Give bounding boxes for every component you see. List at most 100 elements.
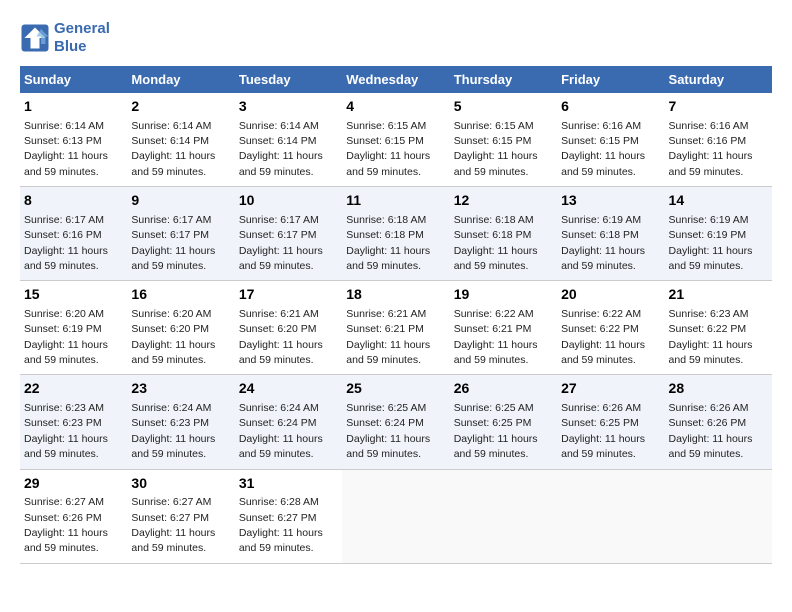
day-number: 17 [239,285,338,305]
calendar-cell: 31 Sunrise: 6:28 AMSunset: 6:27 PMDaylig… [235,469,342,563]
calendar-cell [557,469,664,563]
calendar-cell: 1 Sunrise: 6:14 AMSunset: 6:13 PMDayligh… [20,93,127,187]
cell-info: Sunrise: 6:27 AMSunset: 6:26 PMDaylight:… [24,496,108,554]
day-number: 31 [239,474,338,494]
calendar-cell: 3 Sunrise: 6:14 AMSunset: 6:14 PMDayligh… [235,93,342,187]
cell-info: Sunrise: 6:28 AMSunset: 6:27 PMDaylight:… [239,496,323,554]
calendar-cell [665,469,772,563]
cell-info: Sunrise: 6:14 AMSunset: 6:13 PMDaylight:… [24,120,108,178]
day-number: 18 [346,285,445,305]
calendar-cell: 23 Sunrise: 6:24 AMSunset: 6:23 PMDaylig… [127,375,234,469]
day-number: 14 [669,191,768,211]
logo: General Blue [20,20,110,56]
calendar-week-2: 8 Sunrise: 6:17 AMSunset: 6:16 PMDayligh… [20,187,772,281]
day-number: 7 [669,97,768,117]
day-number: 8 [24,191,123,211]
cell-info: Sunrise: 6:19 AMSunset: 6:19 PMDaylight:… [669,214,753,272]
cell-info: Sunrise: 6:22 AMSunset: 6:22 PMDaylight:… [561,308,645,366]
calendar-cell: 2 Sunrise: 6:14 AMSunset: 6:14 PMDayligh… [127,93,234,187]
calendar-cell: 20 Sunrise: 6:22 AMSunset: 6:22 PMDaylig… [557,281,664,375]
day-number: 13 [561,191,660,211]
cell-info: Sunrise: 6:14 AMSunset: 6:14 PMDaylight:… [239,120,323,178]
day-number: 5 [454,97,553,117]
cell-info: Sunrise: 6:24 AMSunset: 6:23 PMDaylight:… [131,402,215,460]
day-number: 24 [239,379,338,399]
day-number: 9 [131,191,230,211]
cell-info: Sunrise: 6:15 AMSunset: 6:15 PMDaylight:… [346,120,430,178]
day-number: 30 [131,474,230,494]
day-number: 27 [561,379,660,399]
calendar-cell: 10 Sunrise: 6:17 AMSunset: 6:17 PMDaylig… [235,187,342,281]
cell-info: Sunrise: 6:20 AMSunset: 6:20 PMDaylight:… [131,308,215,366]
calendar-cell: 13 Sunrise: 6:19 AMSunset: 6:18 PMDaylig… [557,187,664,281]
day-number: 2 [131,97,230,117]
day-number: 20 [561,285,660,305]
calendar-cell: 19 Sunrise: 6:22 AMSunset: 6:21 PMDaylig… [450,281,557,375]
day-number: 10 [239,191,338,211]
cell-info: Sunrise: 6:24 AMSunset: 6:24 PMDaylight:… [239,402,323,460]
calendar-cell: 11 Sunrise: 6:18 AMSunset: 6:18 PMDaylig… [342,187,449,281]
cell-info: Sunrise: 6:17 AMSunset: 6:16 PMDaylight:… [24,214,108,272]
header-row: SundayMondayTuesdayWednesdayThursdayFrid… [20,66,772,93]
cell-info: Sunrise: 6:18 AMSunset: 6:18 PMDaylight:… [454,214,538,272]
cell-info: Sunrise: 6:19 AMSunset: 6:18 PMDaylight:… [561,214,645,272]
calendar-cell: 8 Sunrise: 6:17 AMSunset: 6:16 PMDayligh… [20,187,127,281]
calendar-cell: 14 Sunrise: 6:19 AMSunset: 6:19 PMDaylig… [665,187,772,281]
calendar-cell: 12 Sunrise: 6:18 AMSunset: 6:18 PMDaylig… [450,187,557,281]
cell-info: Sunrise: 6:23 AMSunset: 6:22 PMDaylight:… [669,308,753,366]
calendar-cell: 22 Sunrise: 6:23 AMSunset: 6:23 PMDaylig… [20,375,127,469]
cell-info: Sunrise: 6:25 AMSunset: 6:25 PMDaylight:… [454,402,538,460]
day-number: 28 [669,379,768,399]
cell-info: Sunrise: 6:20 AMSunset: 6:19 PMDaylight:… [24,308,108,366]
cell-info: Sunrise: 6:27 AMSunset: 6:27 PMDaylight:… [131,496,215,554]
calendar-cell: 27 Sunrise: 6:26 AMSunset: 6:25 PMDaylig… [557,375,664,469]
calendar-cell: 15 Sunrise: 6:20 AMSunset: 6:19 PMDaylig… [20,281,127,375]
cell-info: Sunrise: 6:22 AMSunset: 6:21 PMDaylight:… [454,308,538,366]
calendar-cell: 29 Sunrise: 6:27 AMSunset: 6:26 PMDaylig… [20,469,127,563]
cell-info: Sunrise: 6:16 AMSunset: 6:15 PMDaylight:… [561,120,645,178]
calendar-cell: 16 Sunrise: 6:20 AMSunset: 6:20 PMDaylig… [127,281,234,375]
calendar-week-4: 22 Sunrise: 6:23 AMSunset: 6:23 PMDaylig… [20,375,772,469]
logo-icon [20,23,50,53]
calendar-cell [450,469,557,563]
cell-info: Sunrise: 6:18 AMSunset: 6:18 PMDaylight:… [346,214,430,272]
calendar-cell: 4 Sunrise: 6:15 AMSunset: 6:15 PMDayligh… [342,93,449,187]
day-number: 29 [24,474,123,494]
day-header-wednesday: Wednesday [342,66,449,93]
cell-info: Sunrise: 6:14 AMSunset: 6:14 PMDaylight:… [131,120,215,178]
calendar-cell: 17 Sunrise: 6:21 AMSunset: 6:20 PMDaylig… [235,281,342,375]
calendar-cell: 6 Sunrise: 6:16 AMSunset: 6:15 PMDayligh… [557,93,664,187]
calendar-cell: 28 Sunrise: 6:26 AMSunset: 6:26 PMDaylig… [665,375,772,469]
day-number: 22 [24,379,123,399]
logo-text: General Blue [54,20,110,56]
cell-info: Sunrise: 6:15 AMSunset: 6:15 PMDaylight:… [454,120,538,178]
calendar-week-1: 1 Sunrise: 6:14 AMSunset: 6:13 PMDayligh… [20,93,772,187]
calendar-cell: 25 Sunrise: 6:25 AMSunset: 6:24 PMDaylig… [342,375,449,469]
day-number: 11 [346,191,445,211]
cell-info: Sunrise: 6:17 AMSunset: 6:17 PMDaylight:… [131,214,215,272]
calendar-cell: 26 Sunrise: 6:25 AMSunset: 6:25 PMDaylig… [450,375,557,469]
calendar-week-5: 29 Sunrise: 6:27 AMSunset: 6:26 PMDaylig… [20,469,772,563]
calendar-week-3: 15 Sunrise: 6:20 AMSunset: 6:19 PMDaylig… [20,281,772,375]
calendar-cell: 18 Sunrise: 6:21 AMSunset: 6:21 PMDaylig… [342,281,449,375]
day-header-thursday: Thursday [450,66,557,93]
day-header-monday: Monday [127,66,234,93]
cell-info: Sunrise: 6:26 AMSunset: 6:25 PMDaylight:… [561,402,645,460]
calendar-cell: 21 Sunrise: 6:23 AMSunset: 6:22 PMDaylig… [665,281,772,375]
day-header-tuesday: Tuesday [235,66,342,93]
day-number: 16 [131,285,230,305]
day-number: 3 [239,97,338,117]
cell-info: Sunrise: 6:23 AMSunset: 6:23 PMDaylight:… [24,402,108,460]
day-number: 23 [131,379,230,399]
day-number: 12 [454,191,553,211]
day-header-friday: Friday [557,66,664,93]
cell-info: Sunrise: 6:21 AMSunset: 6:21 PMDaylight:… [346,308,430,366]
calendar-cell: 5 Sunrise: 6:15 AMSunset: 6:15 PMDayligh… [450,93,557,187]
day-header-sunday: Sunday [20,66,127,93]
day-number: 6 [561,97,660,117]
calendar-cell: 7 Sunrise: 6:16 AMSunset: 6:16 PMDayligh… [665,93,772,187]
calendar-table: SundayMondayTuesdayWednesdayThursdayFrid… [20,66,772,564]
day-number: 15 [24,285,123,305]
cell-info: Sunrise: 6:17 AMSunset: 6:17 PMDaylight:… [239,214,323,272]
day-number: 19 [454,285,553,305]
